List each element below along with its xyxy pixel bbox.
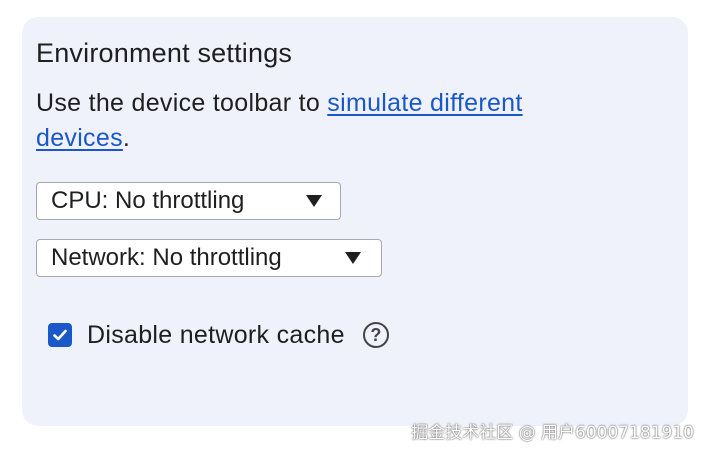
dropdown-arrow-icon xyxy=(306,195,322,207)
network-throttling-select[interactable]: Network: No throttling xyxy=(36,239,382,277)
disable-cache-checkbox[interactable] xyxy=(48,323,72,347)
watermark: 掘金技术社区 @ 用户60007181910 xyxy=(411,423,694,443)
environment-settings-panel xyxy=(22,17,688,426)
network-throttling-value: Network: No throttling xyxy=(51,244,282,271)
cpu-throttling-value: CPU: No throttling xyxy=(51,187,245,214)
disable-cache-label[interactable]: Disable network cache xyxy=(87,321,345,350)
section-description: Use the device toolbar to simulate diffe… xyxy=(36,86,596,156)
checkmark-icon xyxy=(53,329,67,341)
dropdown-arrow-icon xyxy=(345,252,361,264)
disable-cache-row: Disable network cache ? xyxy=(48,320,389,350)
description-text: Use the device toolbar to xyxy=(36,89,328,117)
description-suffix: . xyxy=(122,124,131,152)
section-title: Environment settings xyxy=(36,38,293,68)
page: Environment settings Use the device tool… xyxy=(0,0,708,452)
cpu-throttling-select[interactable]: CPU: No throttling xyxy=(36,182,341,220)
help-icon[interactable]: ? xyxy=(362,322,389,348)
